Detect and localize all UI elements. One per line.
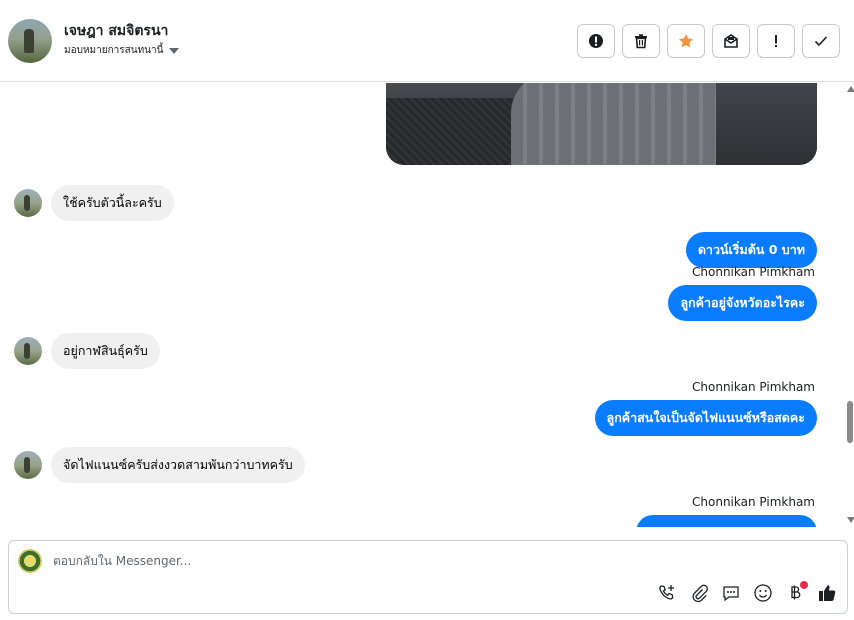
emoji-icon (754, 584, 772, 602)
contact-avatar[interactable] (14, 189, 42, 217)
saved-reply-icon (723, 586, 739, 602)
outgoing-message-partial[interactable] (636, 515, 817, 527)
spam-icon (589, 34, 603, 48)
incoming-message[interactable]: อยู่กาฬสินธุ์ครับ (51, 333, 160, 369)
reply-composer (8, 540, 848, 614)
photo-attachment[interactable] (386, 83, 817, 165)
contact-name[interactable]: เจษฎา สมจิตรนา (64, 20, 168, 42)
like-button[interactable] (817, 583, 837, 603)
page-avatar (18, 549, 42, 573)
thread-scrollbar[interactable] (846, 83, 854, 527)
done-icon (814, 36, 828, 47)
mark-done-button[interactable] (802, 24, 840, 58)
incoming-message-row: ใช้ครับตัวนี้ละครับ (14, 185, 174, 221)
contact-avatar[interactable] (14, 451, 42, 479)
delete-button[interactable] (622, 24, 660, 58)
incoming-message[interactable]: จัดไฟแนนซ์ครับส่งงวดสามพันกว่าบาทครับ (51, 447, 305, 483)
outgoing-message[interactable]: ลูกค้าสนใจเป็นจัดไฟแนนซ์หรือสดคะ (594, 400, 817, 436)
sender-name: Chonnikan Pimkham (692, 265, 815, 279)
conversation-header: เจษฎา สมจิตรนา มอบหมายการสนทนานี้ (0, 0, 854, 82)
follow-up-button[interactable] (757, 24, 795, 58)
car-seat-side (716, 83, 817, 165)
like-icon (819, 585, 836, 601)
attach-file-button[interactable] (689, 583, 709, 603)
outgoing-message[interactable]: ลูกค้าอยู่จังหวัดอะไรคะ (668, 285, 817, 321)
mark-unread-button[interactable] (712, 24, 750, 58)
call-button[interactable] (657, 583, 677, 603)
star-icon (679, 34, 693, 48)
follow-up-icon (775, 35, 777, 47)
outgoing-message[interactable]: ดาวน์เริ่มต้น 0 บาท (685, 232, 817, 268)
contact-avatar[interactable] (14, 337, 42, 365)
message-thread[interactable]: ใช้ครับตัวนี้ละครับ ดาวน์เริ่มต้น 0 บาท … (0, 83, 846, 527)
scroll-up-arrow-icon[interactable] (847, 86, 854, 92)
notification-dot (800, 581, 808, 589)
emoji-button[interactable] (753, 583, 773, 603)
scroll-down-arrow-icon[interactable] (847, 517, 854, 523)
incoming-message-row: จัดไฟแนนซ์ครับส่งงวดสามพันกว่าบาทครับ (14, 447, 305, 483)
assign-conversation-dropdown[interactable]: มอบหมายการสนทนานี้ (64, 43, 180, 58)
saved-replies-button[interactable] (721, 583, 741, 603)
messenger-conversation: เจษฎา สมจิตรนา มอบหมายการสนทนานี้ ใช้ครั… (0, 0, 854, 620)
composer-actions (657, 581, 837, 603)
star-button[interactable] (667, 24, 705, 58)
incoming-message-row: อยู่กาฬสินธุ์ครับ (14, 333, 160, 369)
contact-avatar[interactable] (8, 19, 52, 63)
caret-down-icon (169, 47, 180, 54)
mark-spam-button[interactable] (577, 24, 615, 58)
phone-plus-icon (658, 585, 674, 600)
scroll-thumb[interactable] (847, 401, 853, 443)
conversation-toolbar (577, 24, 840, 58)
sender-name: Chonnikan Pimkham (692, 380, 815, 394)
unread-icon (724, 34, 738, 48)
sender-name: Chonnikan Pimkham (692, 495, 815, 509)
assign-label: มอบหมายการสนทนานี้ (64, 45, 164, 56)
trash-icon (635, 34, 647, 49)
reply-input[interactable] (53, 554, 653, 568)
incoming-message[interactable]: ใช้ครับตัวนี้ละครับ (51, 185, 174, 221)
attachment-icon (692, 584, 708, 603)
payment-button[interactable] (785, 581, 808, 603)
